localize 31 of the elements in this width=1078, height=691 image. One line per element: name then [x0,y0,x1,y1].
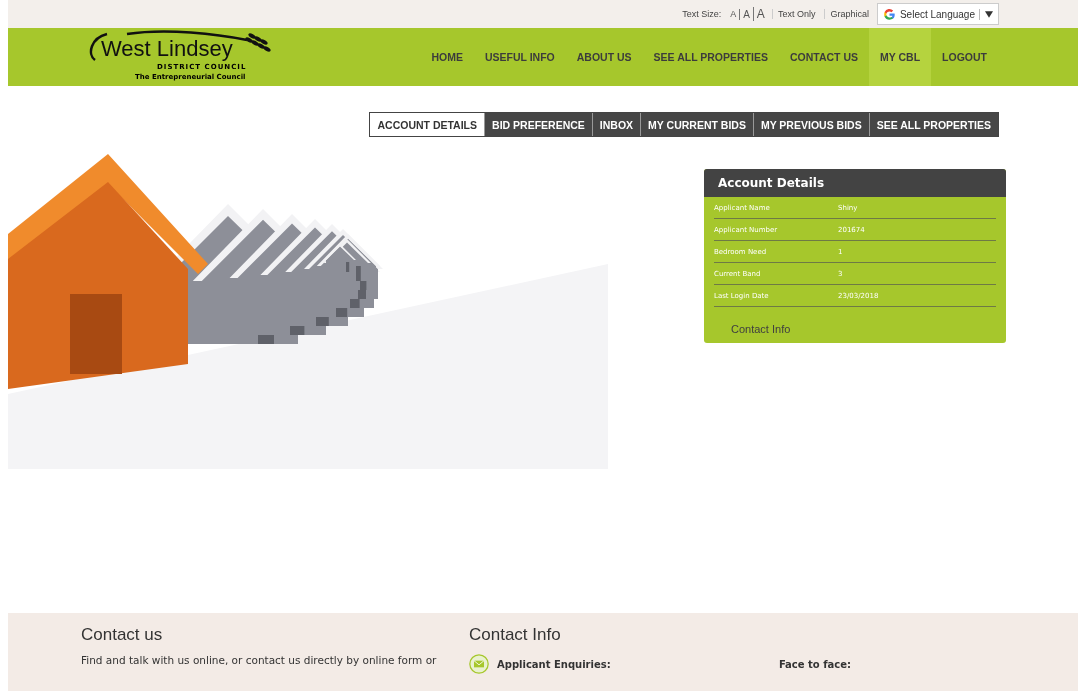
tab[interactable]: MY CURRENT BIDS [640,113,753,136]
nav-link[interactable]: MY CBL [869,28,932,86]
contact-info-link[interactable]: Contact Info [731,323,1006,335]
text-size-link[interactable]: A [727,9,740,19]
tab[interactable]: SEE ALL PROPERTIES [868,113,998,136]
text-size-label: Text Size: [682,9,722,19]
nav-link[interactable]: USEFUL INFO [473,28,566,86]
footer-heading: Contact Info [469,625,562,645]
footer-label: Applicant Enquiries: [497,658,611,670]
footer-label: Face to face: [778,658,851,670]
top-link[interactable]: Graphical [824,9,874,19]
nav-link[interactable]: CONTACT US [778,28,869,86]
logo-wordmark[interactable]: West Lindsey [101,37,233,61]
tab[interactable]: MY PREVIOUS BIDS [752,113,869,136]
tab[interactable]: BID PREFERENCE [484,113,592,136]
envelope-icon [469,654,489,674]
tab[interactable]: INBOX [591,113,641,136]
footer-text: Find and talk with us online, or contact us directly by online form or [81,654,438,666]
text-size-link[interactable]: A [739,8,753,20]
language-select[interactable]: Select Language [876,3,999,25]
nav-link[interactable]: ABOUT US [565,28,643,86]
card-title: Account Details [704,169,1006,197]
footer-heading: Contact us [81,625,164,645]
nav-link[interactable]: LOGOUT [931,28,998,86]
text-size-link[interactable]: A [752,7,768,21]
nav-link[interactable]: HOME [420,28,474,86]
tab[interactable]: ACCOUNT DETAILS [370,113,485,136]
google-icon [882,7,896,21]
top-link[interactable]: Text Only [771,9,821,19]
caret-icon [985,10,993,18]
nav-link[interactable]: SEE ALL PROPERTIES [642,28,779,86]
